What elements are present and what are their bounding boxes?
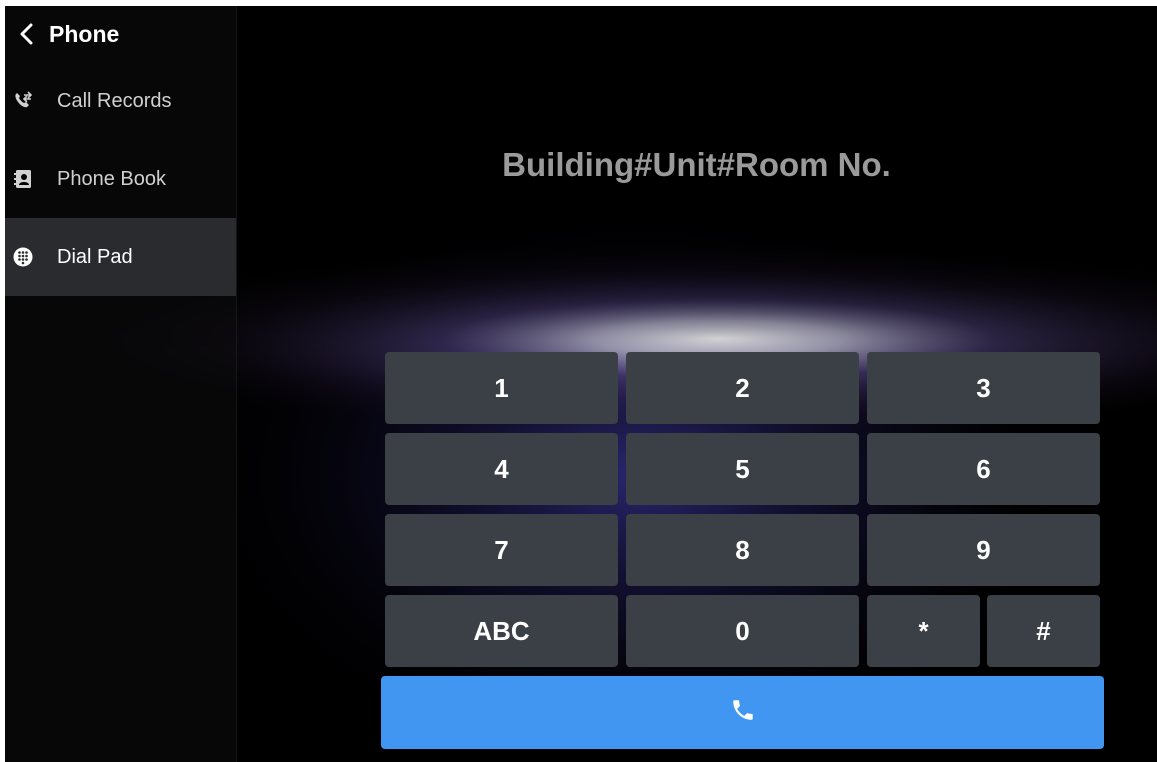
key-8[interactable]: 8 bbox=[626, 514, 859, 586]
phone-screen: Phone Call Records Phone Book Dial Pad B… bbox=[5, 6, 1157, 762]
call-button[interactable] bbox=[381, 676, 1104, 749]
key-star[interactable]: * bbox=[867, 595, 980, 667]
phone-icon bbox=[730, 697, 756, 728]
call-records-icon bbox=[13, 91, 33, 111]
sidebar-item-call-records[interactable]: Call Records bbox=[5, 62, 236, 140]
key-1[interactable]: 1 bbox=[385, 352, 618, 424]
back-arrow-icon[interactable] bbox=[5, 23, 49, 45]
key-7[interactable]: 7 bbox=[385, 514, 618, 586]
key-2[interactable]: 2 bbox=[626, 352, 859, 424]
sidebar-item-phone-book[interactable]: Phone Book bbox=[5, 140, 236, 218]
sidebar: Phone Call Records Phone Book Dial Pad bbox=[5, 6, 237, 762]
dial-pad-icon bbox=[13, 247, 33, 267]
key-3[interactable]: 3 bbox=[867, 352, 1100, 424]
phone-book-icon bbox=[13, 169, 33, 189]
sidebar-item-label: Call Records bbox=[57, 89, 172, 112]
key-0[interactable]: 0 bbox=[626, 595, 859, 667]
dial-input-placeholder[interactable]: Building#Unit#Room No. bbox=[236, 146, 1157, 184]
key-9[interactable]: 9 bbox=[867, 514, 1100, 586]
key-5[interactable]: 5 bbox=[626, 433, 859, 505]
key-6[interactable]: 6 bbox=[867, 433, 1100, 505]
page-title: Phone bbox=[49, 20, 120, 47]
header[interactable]: Phone bbox=[5, 6, 236, 62]
sidebar-item-dial-pad[interactable]: Dial Pad bbox=[5, 218, 236, 296]
key-abc[interactable]: ABC bbox=[385, 595, 618, 667]
key-hash[interactable]: # bbox=[987, 595, 1100, 667]
sidebar-item-label: Phone Book bbox=[57, 167, 166, 190]
sidebar-item-label: Dial Pad bbox=[57, 245, 133, 268]
key-4[interactable]: 4 bbox=[385, 433, 618, 505]
